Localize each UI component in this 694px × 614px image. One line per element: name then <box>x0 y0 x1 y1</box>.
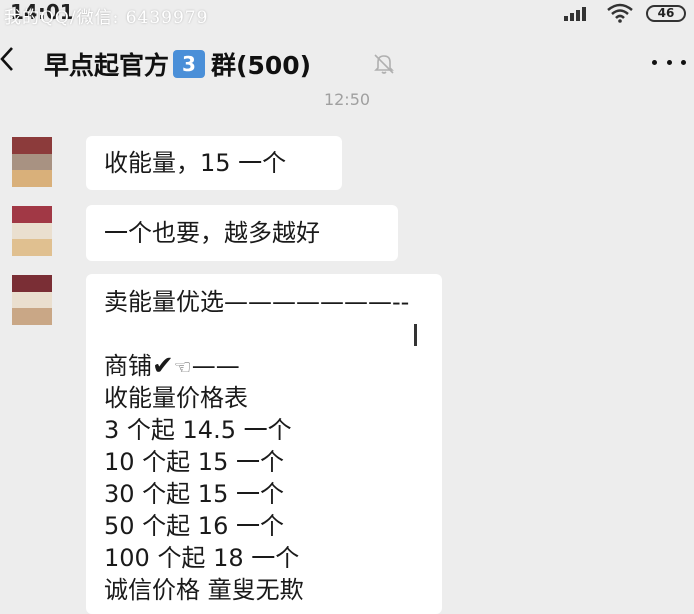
message-text: —— <box>191 352 240 380</box>
message-text: 卖能量优选———————-- <box>104 288 410 316</box>
sender-avatar[interactable] <box>12 137 52 187</box>
chat-title: 早点起官方 3 群(500) <box>44 46 311 82</box>
sender-avatar[interactable] <box>12 206 52 256</box>
status-bar: 14:01 我的QQ/微信: 6439979 46 <box>0 0 694 30</box>
message-text: 收能量价格表 <box>104 384 248 412</box>
chat-header: 早点起官方 3 群(500) <box>0 36 694 86</box>
group-number-badge: 3 <box>173 50 206 78</box>
mute-bell-icon <box>374 54 394 74</box>
group-member-count: 群(500) <box>211 51 312 80</box>
message-bubble[interactable]: 收能量，15 一个 <box>86 136 342 190</box>
sender-avatar[interactable] <box>12 275 52 325</box>
message-bubble[interactable]: 一个也要，越多越好 <box>86 205 398 261</box>
more-options-icon[interactable] <box>652 52 686 72</box>
message-text: 3 个起 14.5 一个 <box>104 416 292 444</box>
message-text: 一个也要，越多越好 <box>104 219 320 247</box>
message-text: 10 个起 15 一个 <box>104 448 284 476</box>
message-text: 50 个起 16 一个 <box>104 512 284 540</box>
watermark-text: 我的QQ/微信: 6439979 <box>4 8 209 28</box>
group-name: 早点起官方 <box>44 51 170 80</box>
battery-indicator: 46 <box>646 4 686 22</box>
back-arrow-icon[interactable] <box>0 40 22 78</box>
checkmark-icon: ✔ <box>152 351 174 381</box>
message-text: 100 个起 18 一个 <box>104 544 300 572</box>
status-icons: 46 <box>564 3 686 23</box>
wifi-icon <box>607 3 633 23</box>
message-text: 诚信价格 童叟无欺 <box>104 576 304 604</box>
message-line-shop: 商铺✔☜—— <box>104 350 424 382</box>
message-text: 30 个起 15 一个 <box>104 480 284 508</box>
message-text: 商铺 <box>104 352 152 380</box>
pointing-hand-icon: ☜ <box>173 355 192 379</box>
message-bubble[interactable]: 卖能量优选———————-- 商铺✔☜—— 收能量价格表 3 个起 14.5 一… <box>86 274 442 614</box>
message-text <box>104 318 424 350</box>
vertical-bar-glyph <box>414 324 417 346</box>
signal-icon <box>564 5 594 21</box>
message-timestamp: 12:50 <box>323 90 371 109</box>
message-text: 收能量，15 一个 <box>104 149 287 177</box>
